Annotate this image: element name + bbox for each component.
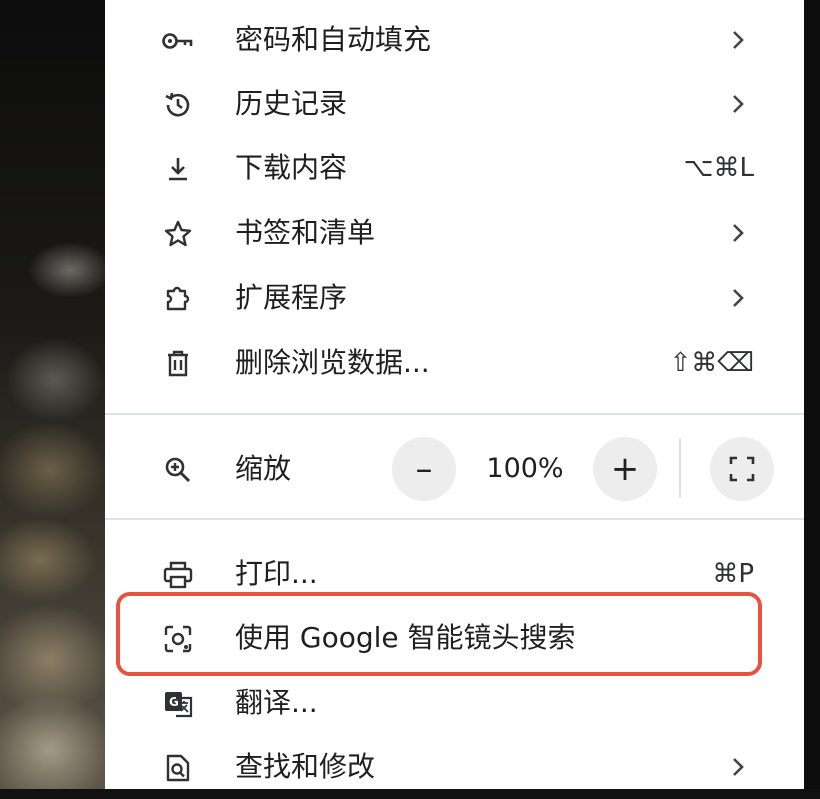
zoom-label: 缩放 [235, 452, 292, 485]
menu-item-downloads[interactable]: 下载内容 ⌥⌘L [105, 136, 804, 200]
menu-item-label: 书签和清单 [235, 216, 376, 249]
menu-divider [105, 518, 804, 520]
zoom-out-button[interactable]: – [392, 437, 456, 501]
zoom-separator [679, 438, 681, 498]
highlight-annotation-box [116, 592, 762, 676]
chevron-right-icon [728, 223, 748, 243]
menu-item-find-and-edit[interactable]: 查找和修改 [105, 735, 804, 799]
star-icon [161, 219, 195, 249]
menu-item-extensions[interactable]: 扩展程序 [105, 266, 804, 330]
menu-item-passwords[interactable]: 密码和自动填充 [105, 8, 804, 72]
translate-icon: G [161, 689, 195, 719]
chevron-right-icon [728, 94, 748, 114]
history-icon [161, 90, 195, 120]
find-icon [161, 753, 195, 783]
shortcut-text: ⇧⌘⌫ [669, 348, 754, 378]
chevron-right-icon [728, 757, 748, 777]
background-image-left [0, 0, 105, 789]
menu-item-label: 密码和自动填充 [235, 23, 432, 56]
plus-icon: + [610, 449, 640, 489]
menu-item-label: 删除浏览数据... [235, 346, 430, 379]
zoom-in-icon [161, 455, 195, 485]
chevron-right-icon [728, 30, 748, 50]
chevron-right-icon [728, 288, 748, 308]
download-icon [161, 154, 195, 184]
zoom-level: 100% [486, 453, 564, 484]
shortcut-text: ⌥⌘L [683, 153, 754, 183]
menu-item-label: 下载内容 [235, 151, 348, 184]
fullscreen-button[interactable] [710, 437, 774, 501]
key-icon [161, 26, 195, 56]
printer-icon [161, 560, 195, 590]
menu-item-history[interactable]: 历史记录 [105, 72, 804, 136]
menu-item-label: 查找和修改 [235, 750, 376, 783]
puzzle-icon [161, 284, 195, 314]
menu-item-label: 翻译... [235, 686, 318, 719]
minus-icon: – [415, 449, 433, 489]
menu-item-bookmarks[interactable]: 书签和清单 [105, 201, 804, 265]
background-image-right [804, 0, 820, 789]
zoom-in-button[interactable]: + [593, 437, 657, 501]
menu-divider [105, 413, 804, 415]
menu-item-label: 扩展程序 [235, 281, 348, 314]
trash-icon [161, 349, 195, 379]
fullscreen-icon [728, 455, 756, 483]
menu-item-label: 历史记录 [235, 87, 348, 120]
menu-item-translate[interactable]: G 翻译... [105, 671, 804, 735]
menu-item-clear-browsing-data[interactable]: 删除浏览数据... ⇧⌘⌫ [105, 331, 804, 395]
